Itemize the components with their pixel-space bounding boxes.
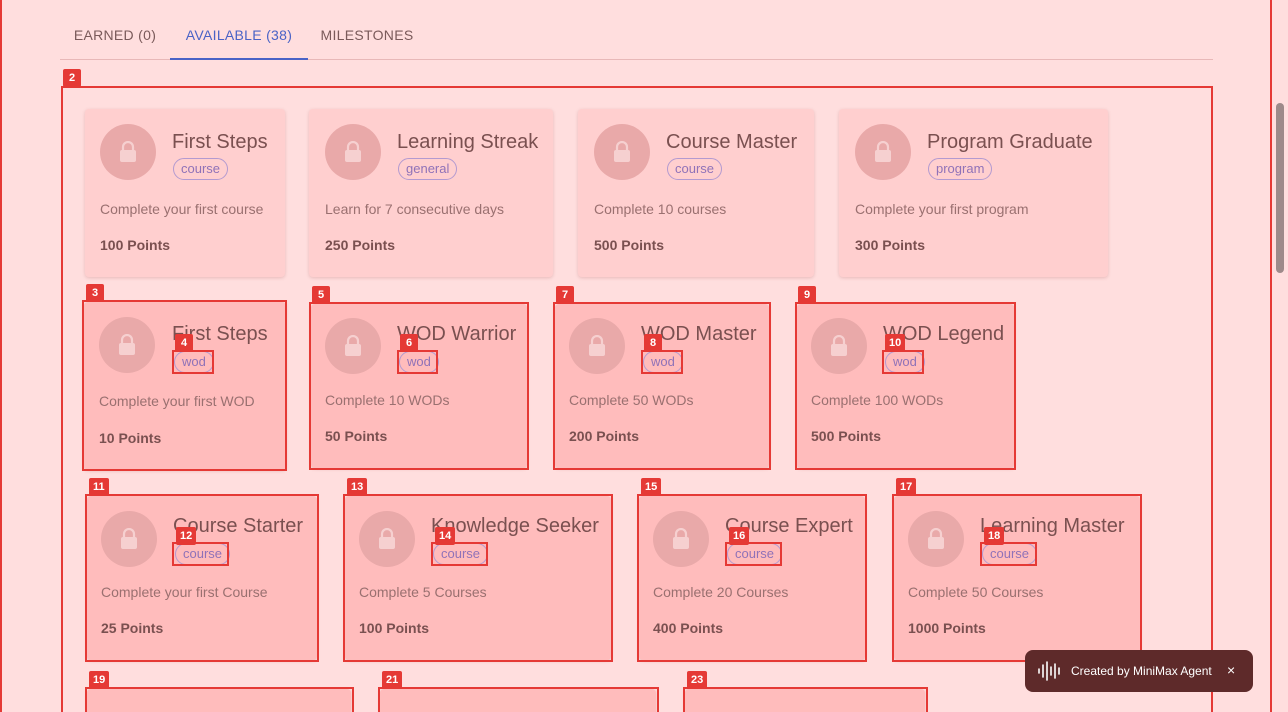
mark-label: 7: [556, 286, 574, 304]
mark-label: 14: [435, 527, 456, 545]
card-description: Complete your first program: [855, 201, 1029, 217]
close-icon[interactable]: ×: [1227, 662, 1235, 678]
card-description: Complete your first course: [100, 201, 264, 217]
highlight-outline: [378, 687, 659, 712]
highlight-outline: [637, 494, 867, 662]
highlight-outline: [397, 350, 438, 374]
mark-label: 13: [347, 478, 368, 496]
card-title: Course Master: [666, 131, 798, 153]
creator-toast: Created by MiniMax Agent ×: [1025, 650, 1253, 692]
achievements-tabs: EARNED (0) AVAILABLE (38) MILESTONES: [60, 14, 1213, 60]
card-points: 300 Points: [855, 237, 926, 253]
highlight-outline: [641, 350, 683, 374]
highlight-outline: [172, 350, 214, 374]
tab-available[interactable]: AVAILABLE (38): [170, 14, 308, 60]
tab-milestones[interactable]: MILESTONES: [308, 14, 426, 60]
card-title: Program Graduate: [927, 131, 1093, 153]
frame-border-left: [0, 0, 2, 712]
achievement-card[interactable]: Learning Streak general Learn for 7 cons…: [309, 109, 553, 277]
mark-label: 15: [641, 478, 662, 496]
card-description: Complete 10 courses: [594, 201, 727, 217]
lock-icon: [855, 124, 911, 180]
highlight-outline: [431, 542, 488, 566]
mark-label: 8: [644, 334, 662, 352]
mark-label: 18: [984, 527, 1005, 545]
mark-label: 2: [63, 69, 81, 87]
mark-label: 11: [89, 478, 109, 496]
highlight-outline: [882, 350, 924, 374]
card-title: First Steps: [172, 131, 268, 153]
mark-label: 9: [798, 286, 816, 304]
lock-icon: [325, 124, 381, 180]
highlight-outline: [172, 542, 229, 566]
highlight-outline: [343, 494, 613, 662]
mark-label: 23: [687, 671, 708, 689]
achievement-card[interactable]: First Steps course Complete your first c…: [85, 109, 285, 277]
tab-earned[interactable]: EARNED (0): [60, 14, 170, 60]
mark-label: 21: [382, 671, 403, 689]
highlight-outline: [892, 494, 1142, 662]
highlight-outline: [85, 494, 319, 662]
highlight-outline: [309, 302, 529, 470]
card-description: Learn for 7 consecutive days: [325, 201, 504, 217]
highlight-outline: [683, 687, 928, 712]
mark-label: 17: [896, 478, 917, 496]
lock-icon: [100, 124, 156, 180]
highlight-outline: [725, 542, 782, 566]
card-title: Learning Streak: [397, 131, 539, 153]
category-chip: program: [928, 158, 993, 180]
highlight-outline: [795, 302, 1016, 470]
toast-text: Created by MiniMax Agent: [1071, 664, 1212, 678]
card-points: 100 Points: [100, 237, 171, 253]
card-points: 250 Points: [325, 237, 396, 253]
highlight-outline: [85, 687, 354, 712]
category-chip: course: [667, 158, 723, 180]
card-points: 500 Points: [594, 237, 665, 253]
highlight-outline: [980, 542, 1037, 566]
mark-label: 5: [312, 286, 330, 304]
mark-label: 19: [89, 671, 110, 689]
waveform-icon: [1037, 661, 1063, 684]
highlight-outline: [82, 300, 287, 471]
mark-label: 3: [86, 284, 104, 302]
mark-label: 10: [885, 334, 906, 352]
lock-icon: [594, 124, 650, 180]
achievement-card[interactable]: Program Graduate program Complete your f…: [839, 109, 1108, 277]
mark-label: 12: [176, 527, 197, 545]
scrollbar-thumb[interactable]: [1276, 103, 1284, 273]
mark-label: 16: [729, 527, 750, 545]
mark-label: 4: [175, 334, 193, 352]
category-chip: course: [173, 158, 229, 180]
achievement-card[interactable]: Course Master course Complete 10 courses…: [578, 109, 814, 277]
mark-label: 6: [400, 334, 418, 352]
highlight-outline: [553, 302, 771, 470]
category-chip: general: [398, 158, 458, 180]
